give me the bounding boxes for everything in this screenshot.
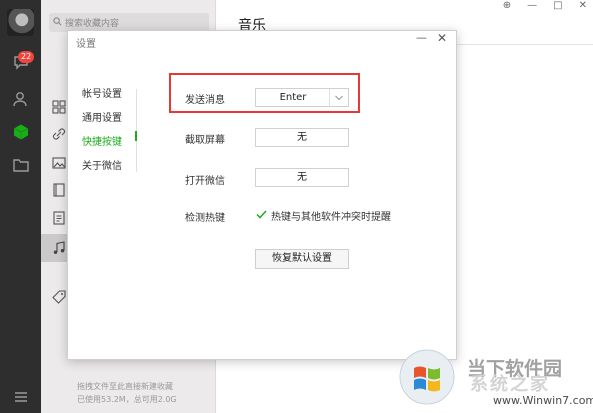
menu-icon[interactable] (0, 384, 41, 410)
link-icon[interactable] (51, 126, 67, 142)
open-wechat-label: 打开微信 (185, 176, 225, 187)
all-items-icon[interactable] (51, 99, 67, 115)
nav-general-settings[interactable]: 通用设置 (82, 110, 142, 128)
send-message-label: 发送消息 (185, 95, 225, 106)
detect-hotkey-label: 检测热键 (185, 213, 225, 224)
search-placeholder: 搜索收藏内容 (65, 19, 120, 29)
avatar[interactable] (7, 9, 34, 36)
dialog-minimize-button[interactable]: — (416, 31, 427, 44)
windows-logo-watermark (399, 349, 455, 405)
storage-usage: 已使用53.2M，总可用2.0G (77, 395, 177, 404)
chevron-down-icon[interactable] (329, 89, 348, 106)
nav-account-settings[interactable]: 帐号设置 (82, 86, 142, 104)
dialog-title: 设置 (76, 39, 96, 50)
storage-hint: 拖拽文件至此直接新建收藏 (77, 382, 173, 391)
settings-dialog: 设置 — ✕ 帐号设置 通用设置 快捷按键 关于微信 发送消息 Enter 截取… (67, 30, 457, 360)
image-icon[interactable] (51, 155, 67, 171)
pin-button[interactable]: ⊕ (503, 0, 511, 11)
tag-icon[interactable] (51, 289, 67, 305)
music-icon[interactable] (51, 240, 67, 256)
dialog-close-button[interactable]: ✕ (437, 31, 447, 45)
close-button[interactable]: ✕ (579, 0, 587, 11)
maximize-button[interactable]: □ (553, 0, 562, 11)
hotkey-conflict-text[interactable]: 热键与其他软件冲突时提醒 (271, 208, 391, 223)
search-icon (53, 16, 62, 29)
folder-icon[interactable] (0, 152, 41, 178)
nav-about-wechat[interactable]: 关于微信 (82, 158, 142, 176)
hotkey-conflict-checkbox[interactable] (255, 208, 267, 220)
open-wechat-hotkey-field[interactable]: 无 (255, 168, 349, 187)
nav-active-indicator (135, 131, 137, 141)
nav-shortcut-keys[interactable]: 快捷按键 (82, 134, 142, 152)
window-controls: ⊕ — □ ✕ (503, 0, 587, 11)
minimize-button[interactable]: — (527, 0, 537, 11)
left-rail: 22 (0, 0, 41, 413)
capture-screen-hotkey-field[interactable]: 无 (255, 128, 349, 147)
watermark-tagline: 系统之家 (470, 374, 550, 395)
file-icon[interactable] (51, 210, 67, 226)
contacts-icon[interactable] (0, 86, 41, 112)
send-message-value: Enter (279, 92, 307, 103)
unread-badge: 22 (18, 51, 35, 63)
watermark-url: www.Winwin7.com (493, 394, 593, 407)
restore-defaults-button[interactable]: 恢复默认设置 (255, 249, 349, 269)
notes-icon[interactable] (51, 182, 67, 198)
settings-nav: 帐号设置 通用设置 快捷按键 关于微信 (82, 86, 142, 182)
favorites-cube-icon[interactable] (0, 119, 41, 145)
send-message-select[interactable]: Enter (255, 88, 349, 107)
storage-info: 拖拽文件至此直接新建收藏 已使用53.2M，总可用2.0G (77, 380, 177, 406)
capture-screen-label: 截取屏幕 (185, 135, 225, 146)
